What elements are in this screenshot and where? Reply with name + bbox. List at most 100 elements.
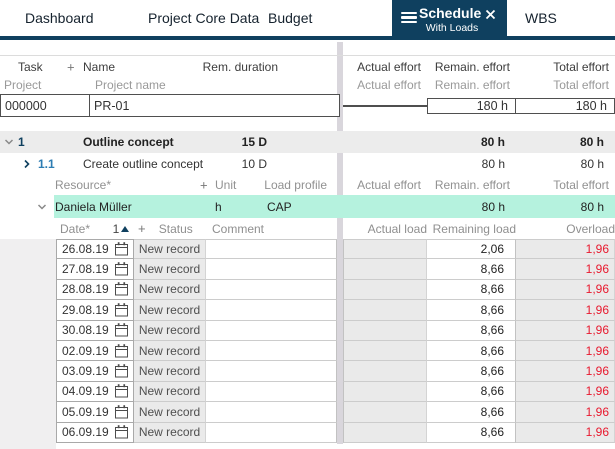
remaining-load-cell[interactable]: 8,66	[427, 259, 516, 280]
add-resource-icon[interactable]: +	[200, 178, 208, 193]
remaining-load-cell[interactable]: 2,06	[427, 239, 516, 260]
task-total-effort: 80 h	[580, 157, 604, 171]
actual-load-cell	[343, 361, 427, 382]
calendar-icon[interactable]	[115, 282, 128, 296]
project-remain-effort-field[interactable]: 180 h	[427, 97, 516, 114]
remaining-load-cell[interactable]: 8,66	[427, 361, 516, 382]
label-project-name: Project name	[95, 78, 166, 92]
date-field[interactable]: 30.08.19	[56, 320, 134, 341]
tab-dashboard[interactable]: Dashboard	[25, 0, 94, 36]
col-rem-duration[interactable]: Rem. duration	[203, 60, 278, 74]
status-cell[interactable]: New record	[134, 239, 206, 260]
remaining-load-cell[interactable]: 8,66	[427, 340, 516, 362]
task-row-1-1[interactable]: 1.1 Create outline concept 10 D 80 h 80 …	[0, 153, 615, 175]
actual-load-cell	[343, 259, 427, 280]
comment-cell[interactable]	[206, 402, 337, 423]
date-field[interactable]: 06.09.19	[56, 422, 134, 443]
col-total-effort[interactable]: Total effort	[516, 60, 615, 74]
status-cell[interactable]: New record	[134, 381, 206, 403]
col-remain-effort[interactable]: Remain. effort	[427, 60, 516, 74]
sort-indicator[interactable]: 1	[108, 222, 134, 236]
status-cell[interactable]: New record	[134, 340, 206, 362]
expand-chevron-icon[interactable]	[23, 159, 31, 169]
calendar-icon[interactable]	[115, 303, 128, 317]
comment-cell[interactable]	[206, 320, 337, 341]
tab-schedule-subtitle: With Loads	[425, 22, 479, 34]
remaining-load-cell[interactable]: 8,66	[427, 320, 516, 341]
col-load-profile[interactable]: Load profile	[264, 178, 327, 192]
calendar-icon[interactable]	[115, 405, 128, 419]
load-row: 02.09.19 New record 8,66 1,96	[0, 340, 615, 362]
calendar-icon[interactable]	[115, 364, 128, 378]
collapse-chevron-icon[interactable]	[37, 203, 47, 211]
row-gutter	[0, 300, 56, 320]
date-field[interactable]: 05.09.19	[56, 402, 134, 423]
status-cell[interactable]: New record	[134, 300, 206, 321]
remaining-load-cell[interactable]: 8,66	[427, 402, 516, 423]
load-row: 28.08.19 New record 8,66 1,96	[0, 279, 615, 301]
status-cell[interactable]: New record	[134, 402, 206, 423]
task-row-1[interactable]: 1 Outline concept 15 D 80 h 80 h	[0, 131, 615, 153]
col-comment[interactable]: Comment	[206, 222, 337, 236]
col-name[interactable]: Name	[83, 60, 115, 74]
comment-cell[interactable]	[206, 381, 337, 403]
comment-cell[interactable]	[206, 239, 337, 260]
date-field[interactable]: 26.08.19	[56, 239, 134, 260]
tab-wbs[interactable]: WBS	[525, 0, 557, 36]
remaining-load-cell[interactable]: 8,66	[427, 279, 516, 301]
resource-row-selected[interactable]: Daniela Müller h CAP 80 h 80 h	[0, 195, 615, 218]
tab-budget[interactable]: Budget	[268, 0, 312, 36]
status-cell[interactable]: New record	[134, 279, 206, 301]
project-name-field[interactable]: PR-01	[89, 94, 340, 117]
col-task[interactable]: Task	[18, 60, 43, 74]
comment-cell[interactable]	[206, 422, 337, 443]
status-cell[interactable]: New record	[134, 422, 206, 443]
col-remaining-load[interactable]: Remaining load	[427, 222, 522, 236]
col-actual-load[interactable]: Actual load	[343, 222, 433, 236]
project-id-field[interactable]: 000000	[0, 94, 90, 117]
col-date[interactable]: Date*	[56, 222, 108, 236]
tab-bar: Dashboard Project Core Data Budget Sched…	[0, 0, 615, 40]
remaining-load-cell[interactable]: 8,66	[427, 300, 516, 321]
comment-cell[interactable]	[206, 259, 337, 280]
col-status[interactable]: Status	[146, 222, 206, 236]
comment-cell[interactable]	[206, 340, 337, 362]
tab-schedule-active[interactable]: Schedule With Loads	[392, 0, 507, 40]
calendar-icon[interactable]	[115, 343, 128, 358]
close-tab-icon[interactable]	[485, 9, 496, 20]
col-unit[interactable]: Unit	[215, 178, 236, 192]
date-field[interactable]: 03.09.19	[56, 361, 134, 382]
remaining-load-value: 8,66	[480, 364, 504, 379]
date-field[interactable]: 28.08.19	[56, 279, 134, 301]
col-resource[interactable]: Resource*	[55, 178, 111, 192]
status-cell[interactable]: New record	[134, 259, 206, 280]
collapse-chevron-icon[interactable]	[4, 138, 14, 146]
col-overload[interactable]: Overload	[516, 222, 615, 236]
calendar-icon[interactable]	[115, 323, 128, 337]
add-task-icon[interactable]: +	[67, 59, 75, 74]
remaining-load-value: 8,66	[480, 323, 504, 338]
add-load-row-icon[interactable]: +	[138, 221, 146, 236]
remaining-load-cell[interactable]: 8,66	[427, 422, 516, 443]
status-cell[interactable]: New record	[134, 320, 206, 341]
calendar-icon[interactable]	[115, 425, 128, 439]
col-actual-effort[interactable]: Actual effort	[343, 60, 427, 74]
status-cell[interactable]: New record	[134, 361, 206, 382]
comment-cell[interactable]	[206, 300, 337, 321]
remaining-load-cell[interactable]: 8,66	[427, 381, 516, 403]
tab-project-core-data[interactable]: Project Core Data	[148, 0, 259, 36]
date-field[interactable]: 27.08.19	[56, 259, 134, 280]
date-field[interactable]: 02.09.19	[56, 340, 134, 362]
comment-cell[interactable]	[206, 279, 337, 301]
date-value: 02.09.19	[62, 343, 109, 358]
overload-value: 1,96	[585, 404, 609, 419]
calendar-icon[interactable]	[115, 384, 128, 398]
calendar-icon[interactable]	[115, 262, 128, 276]
date-field[interactable]: 04.09.19	[56, 381, 134, 403]
date-field[interactable]: 29.08.19	[56, 300, 134, 321]
calendar-icon[interactable]	[115, 242, 128, 256]
project-total-effort-field[interactable]: 180 h	[515, 97, 615, 114]
comment-cell[interactable]	[206, 361, 337, 382]
project-actual-effort-field[interactable]	[343, 104, 428, 107]
overload-value: 1,96	[585, 262, 609, 277]
